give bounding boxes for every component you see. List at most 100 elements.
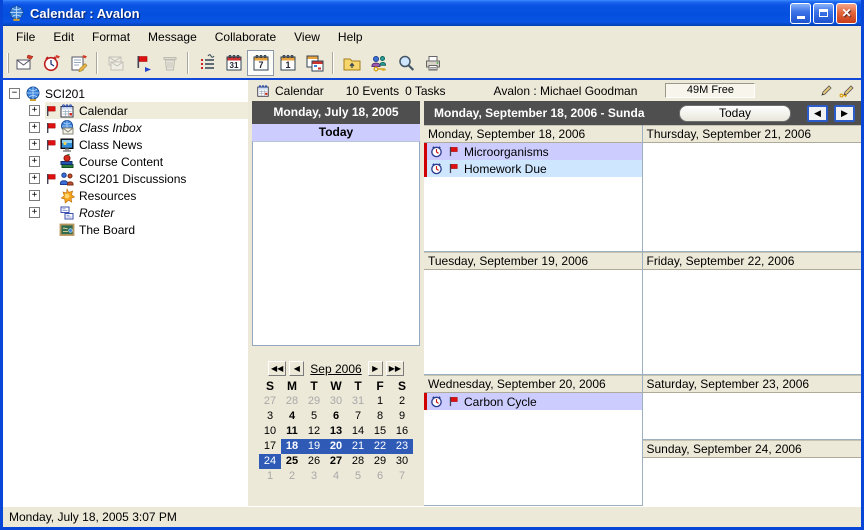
- mini-calendar-day[interactable]: 14: [347, 424, 369, 439]
- mini-calendar-day[interactable]: 24: [259, 454, 281, 469]
- mini-calendar-day[interactable]: 27: [325, 454, 347, 469]
- mini-calendar-day[interactable]: 2: [281, 469, 303, 484]
- mini-calendar-day[interactable]: 28: [281, 394, 303, 409]
- mini-calendar-day[interactable]: 15: [369, 424, 391, 439]
- search-button[interactable]: [392, 50, 419, 76]
- new-task-button[interactable]: [65, 50, 92, 76]
- menu-message[interactable]: Message: [139, 28, 206, 46]
- day-cell-friday[interactable]: [643, 270, 862, 375]
- mini-calendar-day[interactable]: 30: [391, 454, 413, 469]
- day-event-list[interactable]: [252, 141, 420, 346]
- week-view-button[interactable]: 7: [247, 50, 274, 76]
- mini-calendar-day[interactable]: 31: [347, 394, 369, 409]
- next-week-button[interactable]: ▶: [834, 105, 855, 122]
- mini-calendar-day[interactable]: 29: [303, 394, 325, 409]
- mini-calendar-day[interactable]: 27: [259, 394, 281, 409]
- tree-item-the-board[interactable]: The Board: [3, 221, 248, 238]
- mini-calendar-day[interactable]: 8: [369, 409, 391, 424]
- mini-calendar-day[interactable]: 16: [391, 424, 413, 439]
- expand-toggle[interactable]: +: [29, 156, 40, 167]
- mini-calendar-day[interactable]: 1: [259, 469, 281, 484]
- day-cell-wednesday[interactable]: Carbon Cycle: [424, 393, 642, 506]
- mini-calendar-day[interactable]: 26: [303, 454, 325, 469]
- menu-help[interactable]: Help: [329, 28, 372, 46]
- expand-toggle[interactable]: +: [29, 173, 40, 184]
- event-item[interactable]: Carbon Cycle: [424, 393, 642, 410]
- mini-calendar-day[interactable]: 18: [281, 439, 303, 454]
- mini-calendar-day[interactable]: 19: [303, 439, 325, 454]
- mini-calendar-day[interactable]: 4: [281, 409, 303, 424]
- day-cell-saturday[interactable]: [643, 393, 862, 440]
- mini-calendar-day[interactable]: 29: [369, 454, 391, 469]
- multi-day-view-button[interactable]: [301, 50, 328, 76]
- mini-calendar-day[interactable]: 23: [391, 439, 413, 454]
- open-parent-button[interactable]: [338, 50, 365, 76]
- print-button[interactable]: [419, 50, 446, 76]
- mini-calendar-day[interactable]: 12: [303, 424, 325, 439]
- tree-root-sci201[interactable]: − SCI201: [3, 85, 248, 102]
- menu-edit[interactable]: Edit: [44, 28, 83, 46]
- mini-calendar-day[interactable]: 2: [391, 394, 413, 409]
- mini-calendar-day[interactable]: 5: [347, 469, 369, 484]
- pencil-icon[interactable]: [819, 84, 833, 98]
- mini-calendar-day[interactable]: 10: [259, 424, 281, 439]
- mini-calendar-day[interactable]: 17: [259, 439, 281, 454]
- pencil-key-icon[interactable]: [839, 84, 855, 98]
- toolbar-grip[interactable]: [7, 53, 9, 73]
- expand-toggle[interactable]: +: [29, 207, 40, 218]
- day-cell-tuesday[interactable]: [424, 270, 642, 375]
- tree-item-resources[interactable]: + Resources: [3, 187, 248, 204]
- mini-calendar-day[interactable]: 7: [391, 469, 413, 484]
- mini-calendar-day[interactable]: 7: [347, 409, 369, 424]
- minimize-button[interactable]: [790, 3, 811, 24]
- today-banner[interactable]: Today: [252, 124, 420, 141]
- next-month-button[interactable]: ▶: [368, 361, 383, 376]
- list-view-button[interactable]: [193, 50, 220, 76]
- mini-calendar-day[interactable]: 6: [325, 409, 347, 424]
- collapse-toggle[interactable]: −: [9, 88, 20, 99]
- mini-calendar-day[interactable]: 5: [303, 409, 325, 424]
- next-year-button[interactable]: ▶▶: [386, 361, 404, 376]
- tree-item-course-content[interactable]: + Course Content: [3, 153, 248, 170]
- new-event-button[interactable]: [38, 50, 65, 76]
- tree-item-discussions[interactable]: + SCI201 Discussions: [3, 170, 248, 187]
- permissions-button[interactable]: [365, 50, 392, 76]
- month-view-button[interactable]: 31: [220, 50, 247, 76]
- mini-calendar-day[interactable]: 3: [303, 469, 325, 484]
- day-cell-monday[interactable]: MicroorganismsHomework Due: [424, 143, 642, 252]
- mini-calendar-day[interactable]: 28: [347, 454, 369, 469]
- expand-toggle[interactable]: +: [29, 139, 40, 150]
- mini-calendar-day[interactable]: 6: [369, 469, 391, 484]
- mini-calendar-month[interactable]: Sep 2006: [310, 362, 361, 376]
- close-button[interactable]: ✕: [836, 3, 857, 24]
- event-item[interactable]: Homework Due: [424, 160, 642, 177]
- tree-item-class-news[interactable]: + Class News: [3, 136, 248, 153]
- menu-format[interactable]: Format: [83, 28, 139, 46]
- expand-toggle[interactable]: +: [29, 105, 40, 116]
- expand-toggle[interactable]: +: [29, 122, 40, 133]
- tree-item-calendar[interactable]: + Calendar: [3, 102, 248, 119]
- menu-collaborate[interactable]: Collaborate: [206, 28, 285, 46]
- mini-calendar-day[interactable]: 1: [369, 394, 391, 409]
- menu-view[interactable]: View: [285, 28, 329, 46]
- new-message-button[interactable]: [11, 50, 38, 76]
- mini-calendar-day[interactable]: 25: [281, 454, 303, 469]
- mini-calendar-day[interactable]: 13: [325, 424, 347, 439]
- mini-calendar-day[interactable]: 4: [325, 469, 347, 484]
- flag-button[interactable]: [129, 50, 156, 76]
- tree-item-roster[interactable]: + Roster: [3, 204, 248, 221]
- mini-calendar-day[interactable]: 21: [347, 439, 369, 454]
- menu-file[interactable]: File: [7, 28, 44, 46]
- prev-year-button[interactable]: ◀◀: [268, 361, 286, 376]
- mini-calendar-day[interactable]: 20: [325, 439, 347, 454]
- mini-calendar-day[interactable]: 30: [325, 394, 347, 409]
- mini-calendar-day[interactable]: 22: [369, 439, 391, 454]
- maximize-button[interactable]: [813, 3, 834, 24]
- mini-calendar-day[interactable]: 11: [281, 424, 303, 439]
- prev-week-button[interactable]: ◀: [807, 105, 828, 122]
- day-cell-sunday[interactable]: [643, 458, 862, 506]
- today-button[interactable]: Today: [679, 105, 791, 122]
- expand-toggle[interactable]: +: [29, 190, 40, 201]
- tree-item-class-inbox[interactable]: + Class Inbox: [3, 119, 248, 136]
- prev-month-button[interactable]: ◀: [289, 361, 304, 376]
